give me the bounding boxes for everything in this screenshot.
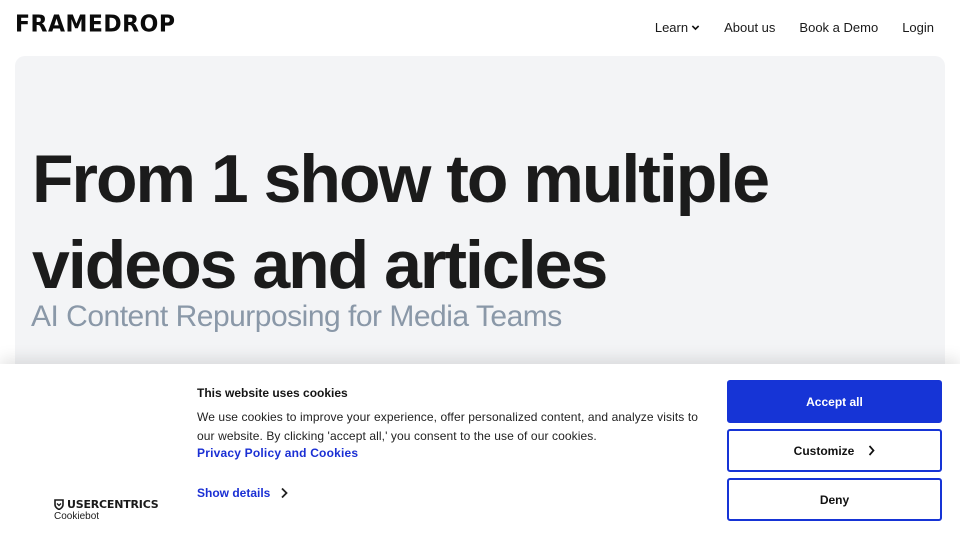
- customize-button[interactable]: Customize: [727, 429, 942, 472]
- nav-about-us[interactable]: About us: [724, 20, 775, 35]
- deny-button[interactable]: Deny: [727, 478, 942, 521]
- nav-learn[interactable]: Learn: [655, 20, 700, 35]
- accept-all-button[interactable]: Accept all: [727, 380, 942, 423]
- cookiebot-label: Cookiebot: [54, 511, 100, 522]
- main-nav: Learn About us Book a Demo Login: [655, 20, 934, 35]
- cookie-title: This website uses cookies: [197, 386, 348, 400]
- cookie-banner: USERCENTRICS Cookiebot This website uses…: [0, 364, 960, 540]
- hero-title: From 1 show to multiple videos and artic…: [32, 136, 932, 308]
- customize-label: Customize: [793, 443, 855, 458]
- framedrop-logo[interactable]: FRAMEDROP: [15, 11, 175, 37]
- show-details-label: Show details: [197, 486, 271, 500]
- nav-book-demo[interactable]: Book a Demo: [799, 20, 878, 35]
- chevron-right-icon: [869, 445, 875, 456]
- usercentrics-label: USERCENTRICS: [67, 498, 159, 511]
- nav-login[interactable]: Login: [902, 20, 934, 35]
- chevron-down-icon: [691, 25, 700, 31]
- hero-subtitle: AI Content Repurposing for Media Teams: [31, 300, 562, 333]
- shield-icon: [54, 499, 64, 510]
- chevron-right-icon: [281, 487, 289, 499]
- usercentrics-logo: USERCENTRICS Cookiebot: [54, 498, 159, 522]
- show-details-button[interactable]: Show details: [197, 486, 289, 500]
- hero-title-line-2: videos and articles: [32, 227, 608, 303]
- privacy-policy-link[interactable]: Privacy Policy and Cookies: [197, 446, 358, 460]
- hero-title-line-1: From 1 show to multiple: [32, 141, 770, 217]
- cookie-description: We use cookies to improve your experienc…: [197, 410, 699, 443]
- nav-learn-label: Learn: [654, 20, 689, 35]
- site-header: FRAMEDROP Learn About us Book a Demo Log…: [0, 0, 960, 56]
- hero-section: From 1 show to multiple videos and artic…: [15, 56, 945, 386]
- usercentrics-brand: USERCENTRICS: [54, 498, 159, 511]
